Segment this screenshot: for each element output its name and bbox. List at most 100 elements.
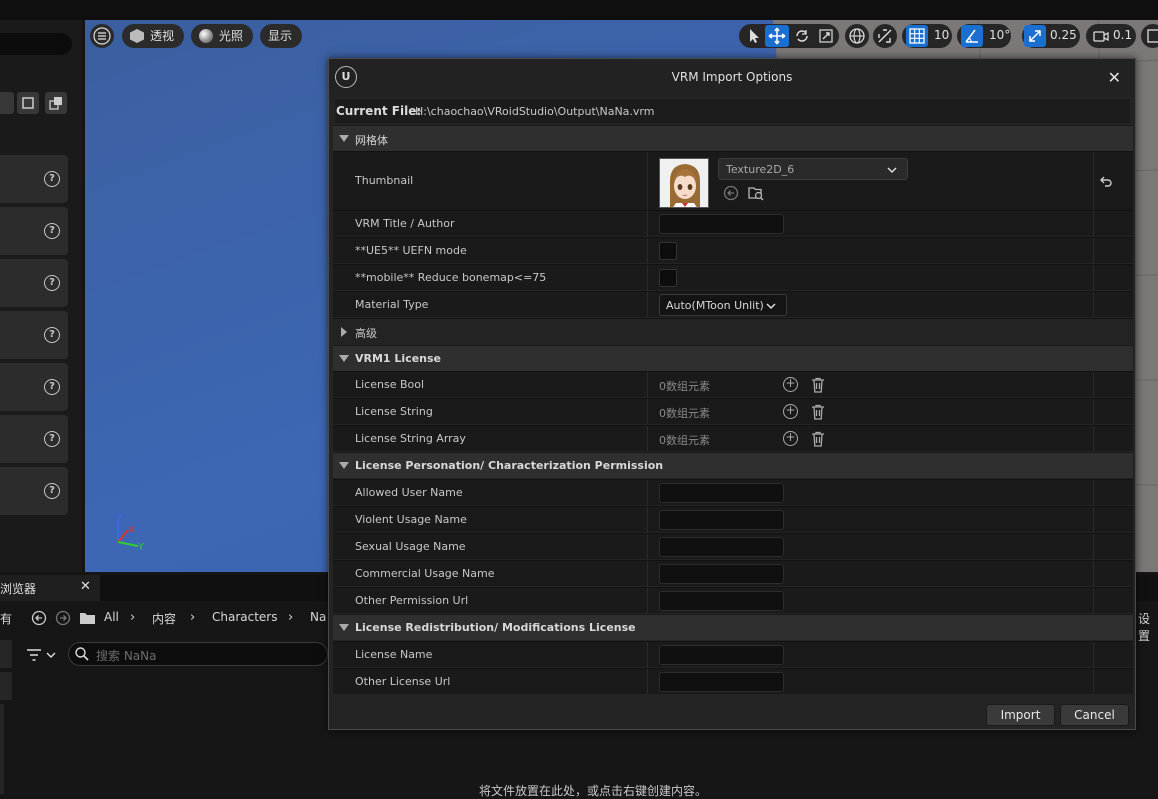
advanced-row[interactable]: 高级: [333, 318, 1133, 344]
help-icon[interactable]: ?: [44, 223, 60, 239]
scale-snap-toggle[interactable]: [1024, 25, 1046, 47]
browse-folder-icon[interactable]: [747, 184, 765, 202]
content-browser-tab[interactable]: 浏览器 ✕: [0, 575, 100, 601]
grid-snap-toggle[interactable]: [906, 25, 928, 47]
back-arrow-icon[interactable]: [31, 610, 47, 626]
add-element-icon[interactable]: +: [783, 377, 798, 392]
category-label: License Redistribution/ Modifications Li…: [355, 621, 636, 634]
category-personation[interactable]: License Personation/ Characterization Pe…: [333, 452, 1133, 478]
folder-icon: [80, 613, 95, 624]
perspective-button[interactable]: 透视: [122, 24, 184, 48]
sexual-usage-input[interactable]: [659, 537, 784, 557]
scale-icon[interactable]: [817, 27, 835, 45]
import-button[interactable]: Import: [986, 704, 1055, 726]
breadcrumb-all[interactable]: All: [104, 610, 119, 624]
cancel-button[interactable]: Cancel: [1060, 704, 1129, 726]
allowed-user-input[interactable]: [659, 483, 784, 503]
hamburger-icon[interactable]: [90, 24, 114, 48]
help-icon[interactable]: ?: [44, 171, 60, 187]
add-element-icon[interactable]: +: [783, 431, 798, 446]
scale-snap-group[interactable]: 0.25: [1022, 24, 1080, 48]
current-file-label: Current File:: [336, 104, 422, 118]
material-type-value: Auto(MToon Unlit): [666, 299, 764, 312]
add-label[interactable]: 有: [0, 610, 12, 627]
settings-label[interactable]: 设置: [1138, 610, 1158, 644]
filter-icon[interactable]: [26, 647, 56, 663]
scale-snap-value[interactable]: 0.25: [1050, 28, 1077, 42]
texture-selector[interactable]: Texture2D_6: [718, 158, 908, 180]
camera-speed-value[interactable]: 0.1: [1113, 28, 1132, 42]
breadcrumb-nana[interactable]: Na: [310, 610, 326, 624]
vrm-title-input[interactable]: [659, 214, 784, 234]
other-license-input[interactable]: [659, 672, 784, 692]
thumbnail-image[interactable]: [659, 158, 709, 208]
breadcrumb-characters[interactable]: Characters: [212, 610, 278, 624]
place-item[interactable]: ?: [0, 415, 68, 463]
trash-icon[interactable]: [811, 404, 825, 420]
help-icon[interactable]: ?: [44, 431, 60, 447]
license-name-input[interactable]: [659, 645, 784, 665]
angle-snap-value[interactable]: 10°: [989, 28, 1010, 42]
avatar-thumbnail: [660, 159, 708, 207]
violent-usage-label: Violent Usage Name: [355, 513, 467, 526]
category-redistribution[interactable]: License Redistribution/ Modifications Li…: [333, 614, 1133, 640]
mobile-reduce-checkbox[interactable]: [659, 269, 677, 287]
camera-speed-group[interactable]: 0.1: [1086, 24, 1136, 48]
layout-toggle[interactable]: [1141, 24, 1158, 48]
place-item[interactable]: ?: [0, 155, 68, 203]
mobile-reduce-label: **mobile** Reduce bonemap<=75: [355, 271, 547, 284]
show-label: 显示: [268, 29, 293, 43]
category-vrm1-license[interactable]: VRM1 License: [333, 345, 1133, 371]
translate-tool[interactable]: [765, 25, 789, 47]
use-selected-icon[interactable]: [723, 185, 739, 201]
search-placeholder: 搜索 NaNa: [96, 649, 157, 663]
angle-snap-toggle[interactable]: [961, 25, 983, 47]
help-icon[interactable]: ?: [44, 379, 60, 395]
forward-arrow-icon[interactable]: [55, 610, 71, 626]
sources-toggle[interactable]: [0, 640, 12, 668]
place-item[interactable]: ?: [0, 259, 68, 307]
rotate-icon[interactable]: [793, 27, 811, 45]
help-icon[interactable]: ?: [44, 327, 60, 343]
add-element-icon[interactable]: +: [783, 404, 798, 419]
material-type-dropdown[interactable]: Auto(MToon Unlit): [659, 294, 787, 316]
trash-icon[interactable]: [811, 377, 825, 393]
chevron-right-icon: ›: [288, 610, 294, 625]
violent-usage-input[interactable]: [659, 510, 784, 530]
search-input[interactable]: 搜索 NaNa: [68, 642, 328, 666]
close-icon[interactable]: ✕: [1108, 68, 1121, 87]
frame-icon[interactable]: [17, 92, 39, 114]
help-icon[interactable]: ?: [44, 483, 60, 499]
close-icon[interactable]: ✕: [80, 579, 91, 594]
place-item[interactable]: ?: [0, 311, 68, 359]
commercial-usage-input[interactable]: [659, 564, 784, 584]
lit-button[interactable]: 光照: [191, 24, 253, 48]
other-permission-input[interactable]: [659, 591, 784, 611]
axis-gizmo: Z X Y: [116, 514, 145, 553]
uefn-mode-checkbox[interactable]: [659, 242, 677, 260]
current-file-bar: Current File: H:\chaochao\VRoidStudio\Ou…: [335, 99, 1130, 123]
show-button[interactable]: 显示: [260, 24, 302, 48]
place-item[interactable]: ?: [0, 467, 68, 515]
world-local-toggle[interactable]: [845, 24, 869, 48]
layers-icon[interactable]: [45, 92, 67, 114]
cube-icon[interactable]: [0, 92, 14, 114]
angle-snap-group[interactable]: 10°: [957, 24, 1011, 48]
select-icon[interactable]: [745, 27, 763, 45]
lit-label: 光照: [219, 29, 244, 43]
help-icon[interactable]: ?: [44, 275, 60, 291]
category-label: 网格体: [355, 134, 388, 147]
sources-toggle[interactable]: [0, 672, 12, 700]
reset-arrow-icon[interactable]: [1098, 173, 1114, 189]
grid-snap-group[interactable]: 10: [902, 24, 952, 48]
breadcrumb-content[interactable]: 内容: [152, 610, 176, 627]
category-mesh[interactable]: 网格体: [333, 125, 1133, 151]
other-permission-label: Other Permission Url: [355, 594, 469, 607]
place-item[interactable]: ?: [0, 207, 68, 255]
place-item[interactable]: ?: [0, 363, 68, 411]
camera-icon: [1093, 31, 1109, 42]
grid-snap-value[interactable]: 10: [934, 28, 949, 42]
surface-snap-toggle[interactable]: [873, 24, 897, 48]
left-panel-search[interactable]: [0, 33, 72, 55]
trash-icon[interactable]: [811, 431, 825, 447]
